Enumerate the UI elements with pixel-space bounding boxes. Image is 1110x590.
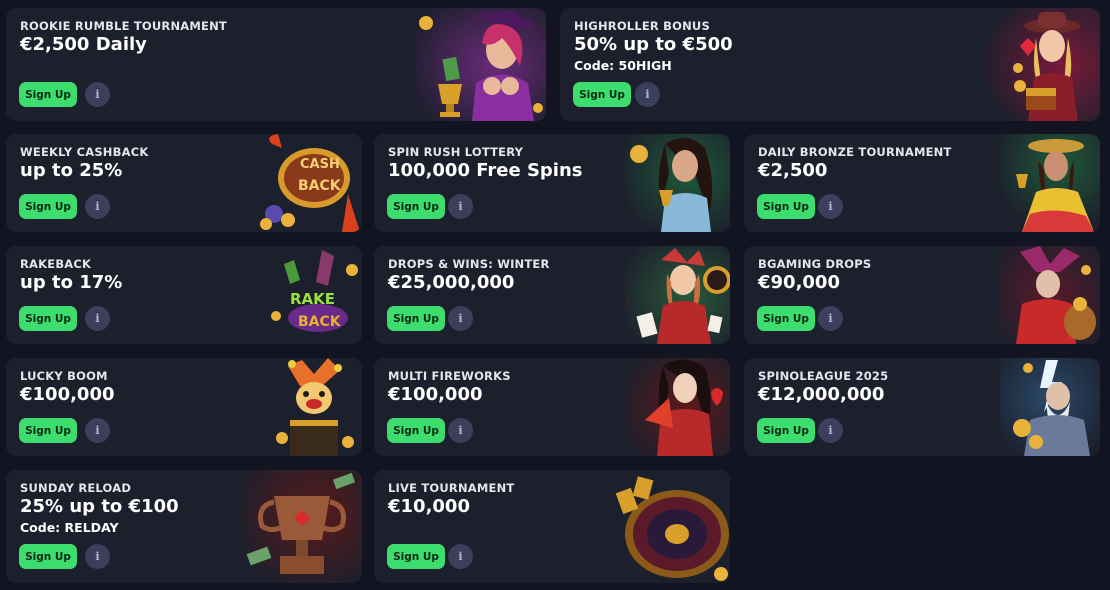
promo-title: ROOKIE RUMBLE TOURNAMENT: [20, 19, 227, 33]
promo-amount: €2,500: [758, 160, 828, 181]
promo-amount: €100,000: [388, 384, 483, 405]
promo-card-rakeback[interactable]: RAKE BACK RAKEBACK up to 17% Sign Up i: [6, 246, 362, 344]
promo-card-bgaming-drops[interactable]: BGAMING DROPS €90,000 Sign Up i: [744, 246, 1100, 344]
sign-up-button[interactable]: Sign Up: [19, 82, 77, 107]
promo-title: DAILY BRONZE TOURNAMENT: [758, 145, 952, 159]
promo-card-rookie-rumble[interactable]: ROOKIE RUMBLE TOURNAMENT €2,500 Daily Si…: [6, 8, 546, 121]
promo-amount: 50% up to €500: [574, 34, 733, 55]
promo-amount: 100,000 Free Spins: [388, 160, 583, 181]
sign-up-button[interactable]: Sign Up: [19, 418, 77, 443]
svg-text:BACK: BACK: [298, 178, 342, 194]
promo-title: LIVE TOURNAMENT: [388, 481, 515, 495]
sign-up-button[interactable]: Sign Up: [757, 306, 815, 331]
promo-title: RAKEBACK: [20, 257, 92, 271]
promo-amount: 25% up to €100: [20, 496, 179, 517]
promo-title: WEEKLY CASHBACK: [20, 145, 149, 159]
zeus-with-lightning-illustration: [1000, 358, 1100, 456]
rake-back-badge-illustration: RAKE BACK: [262, 246, 362, 344]
svg-text:BACK: BACK: [298, 314, 342, 330]
promo-amount: €100,000: [20, 384, 115, 405]
promo-code: Code: 50HIGH: [574, 58, 672, 73]
promo-title: MULTI FIREWORKS: [388, 369, 511, 383]
flamenco-lady-illustration: [1000, 134, 1100, 232]
info-icon[interactable]: i: [448, 306, 473, 331]
promo-amount: €90,000: [758, 272, 840, 293]
jester-with-gold-bag-illustration: [1000, 246, 1100, 344]
info-icon[interactable]: i: [448, 418, 473, 443]
cash-back-badge-illustration: CASH BACK: [252, 134, 362, 232]
witch-with-trophy-illustration: [416, 8, 546, 121]
info-icon[interactable]: i: [448, 194, 473, 219]
jack-in-the-box-illustration: [262, 358, 362, 456]
info-icon[interactable]: i: [818, 306, 843, 331]
promo-card-spinoleague-2025[interactable]: SPINOLEAGUE 2025 €12,000,000 Sign Up i: [744, 358, 1100, 456]
geisha-with-fan-illustration: [625, 358, 730, 456]
promo-amount: €12,000,000: [758, 384, 885, 405]
info-icon[interactable]: i: [85, 306, 110, 331]
promo-card-lucky-boom[interactable]: LUCKY BOOM €100,000 Sign Up i: [6, 358, 362, 456]
info-icon[interactable]: i: [818, 194, 843, 219]
sign-up-button[interactable]: Sign Up: [387, 418, 445, 443]
promo-amount: up to 17%: [20, 272, 123, 293]
promo-card-multi-fireworks[interactable]: MULTI FIREWORKS €100,000 Sign Up i: [374, 358, 730, 456]
promo-title: HIGHROLLER BONUS: [574, 19, 710, 33]
sign-up-button[interactable]: Sign Up: [757, 418, 815, 443]
jester-girl-with-cards-illustration: [625, 246, 730, 344]
promo-title: DROPS & WINS: WINTER: [388, 257, 550, 271]
cowgirl-with-chest-illustration: [980, 8, 1100, 121]
promo-title: BGAMING DROPS: [758, 257, 872, 271]
promo-card-highroller-bonus[interactable]: HIGHROLLER BONUS 50% up to €500 Code: 50…: [560, 8, 1100, 121]
info-icon[interactable]: i: [818, 418, 843, 443]
sign-up-button[interactable]: Sign Up: [19, 306, 77, 331]
svg-text:CASH: CASH: [300, 157, 340, 172]
promo-title: LUCKY BOOM: [20, 369, 108, 383]
promo-card-sunday-reload[interactable]: SUNDAY RELOAD 25% up to €100 Code: RELDA…: [6, 470, 362, 583]
promo-amount: €25,000,000: [388, 272, 515, 293]
promo-card-weekly-cashback[interactable]: CASH BACK WEEKLY CASHBACK up to 25% Sign…: [6, 134, 362, 232]
info-icon[interactable]: i: [85, 418, 110, 443]
sign-up-button[interactable]: Sign Up: [387, 544, 445, 569]
lady-with-goblet-illustration: [625, 134, 730, 232]
sign-up-button[interactable]: Sign Up: [19, 194, 77, 219]
promo-title: SUNDAY RELOAD: [20, 481, 132, 495]
info-icon[interactable]: i: [448, 544, 473, 569]
promo-card-live-tournament[interactable]: LIVE TOURNAMENT €10,000 Sign Up i: [374, 470, 730, 583]
promo-title: SPINOLEAGUE 2025: [758, 369, 889, 383]
promo-card-drops-wins-winter[interactable]: DROPS & WINS: WINTER €25,000,000 Sign Up…: [374, 246, 730, 344]
sign-up-button[interactable]: Sign Up: [573, 82, 631, 107]
info-icon[interactable]: i: [635, 82, 660, 107]
promo-title: SPIN RUSH LOTTERY: [388, 145, 524, 159]
promo-amount: up to 25%: [20, 160, 123, 181]
sign-up-button[interactable]: Sign Up: [757, 194, 815, 219]
sign-up-button[interactable]: Sign Up: [19, 544, 77, 569]
promo-card-daily-bronze-tournament[interactable]: DAILY BRONZE TOURNAMENT €2,500 Sign Up i: [744, 134, 1100, 232]
bronze-trophy-with-cash-illustration: [242, 470, 362, 583]
info-icon[interactable]: i: [85, 544, 110, 569]
svg-text:RAKE: RAKE: [290, 290, 335, 308]
promo-amount: €10,000: [388, 496, 470, 517]
sign-up-button[interactable]: Sign Up: [387, 194, 445, 219]
info-icon[interactable]: i: [85, 82, 110, 107]
promo-code: Code: RELDAY: [20, 520, 119, 535]
promo-card-spin-rush-lottery[interactable]: SPIN RUSH LOTTERY 100,000 Free Spins Sig…: [374, 134, 730, 232]
info-icon[interactable]: i: [85, 194, 110, 219]
roulette-wheel-illustration: [605, 470, 730, 583]
promo-amount: €2,500 Daily: [20, 34, 147, 55]
sign-up-button[interactable]: Sign Up: [387, 306, 445, 331]
